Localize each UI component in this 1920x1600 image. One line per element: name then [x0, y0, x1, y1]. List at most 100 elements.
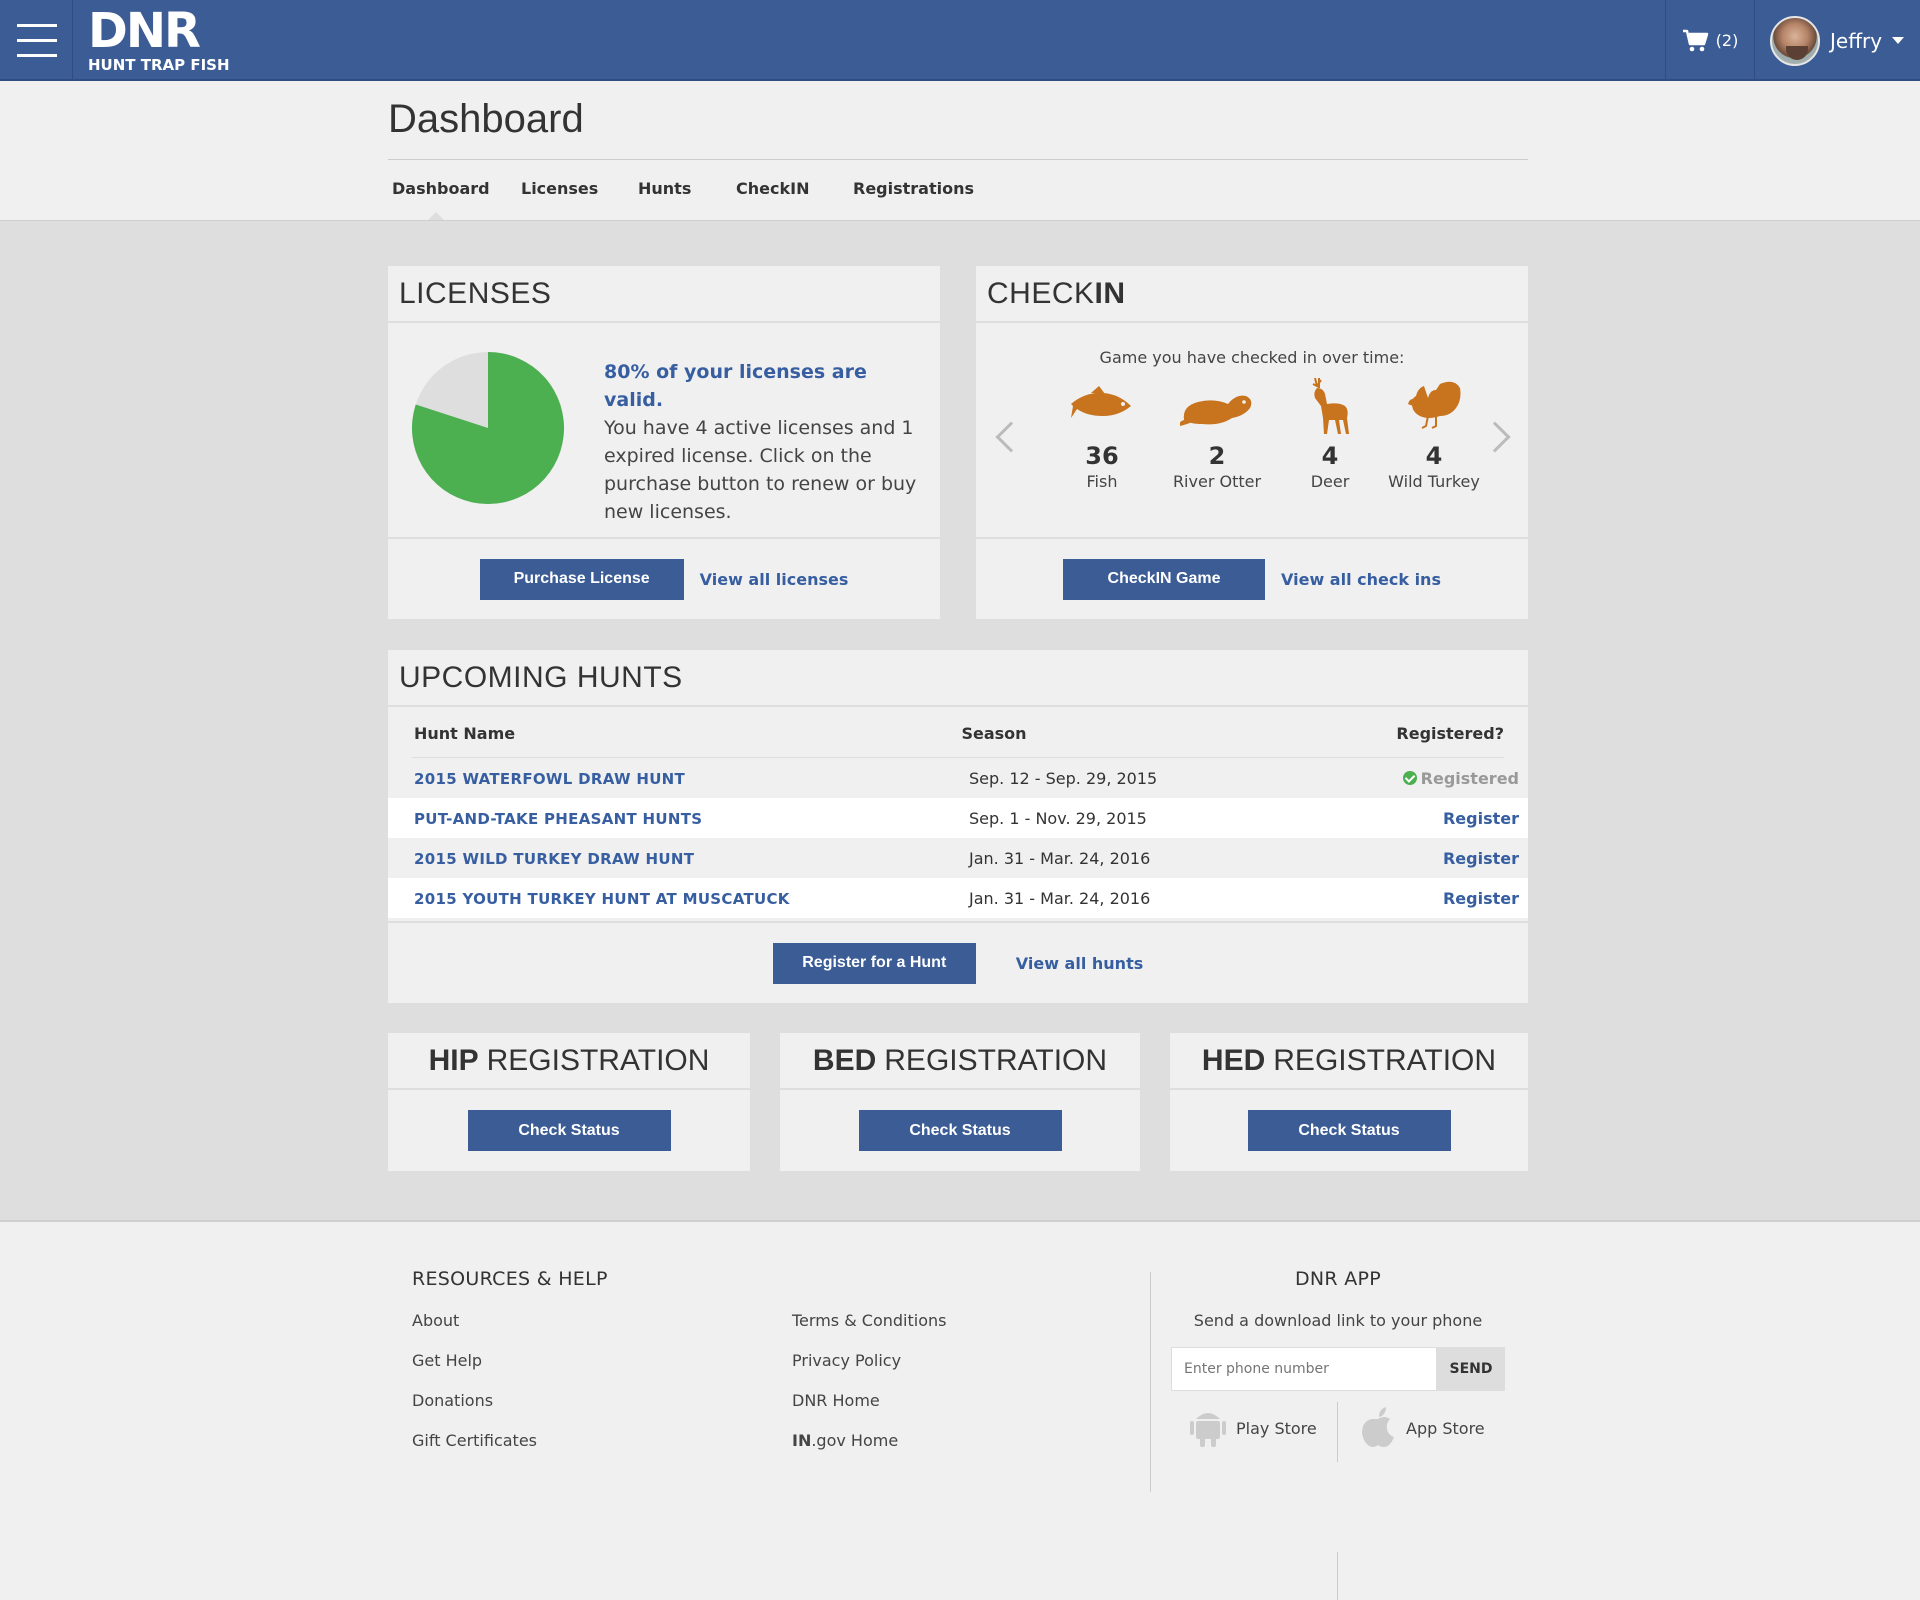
cart-button[interactable]: (2) [1665, 0, 1755, 81]
footer-link-donations[interactable]: Donations [412, 1391, 493, 1410]
footer-link-dnr-home[interactable]: DNR Home [792, 1391, 880, 1410]
resources-title: RESOURCES & HELP [412, 1268, 608, 1290]
hunt-name-link[interactable]: 2015 WILD TURKEY DRAW HUNT [414, 850, 694, 868]
reg-title-bold: BED [812, 1043, 877, 1077]
send-button[interactable]: SEND [1437, 1347, 1505, 1391]
deer-icon [1312, 377, 1349, 434]
dnr-logo[interactable]: DNR HUNT TRAP FISH [88, 6, 230, 74]
ingov-rest: .gov Home [811, 1431, 899, 1450]
view-all-licenses-link[interactable]: View all licenses [700, 570, 849, 589]
logo-sub: HUNT TRAP FISH [88, 56, 230, 74]
user-menu[interactable]: Jeffry [1770, 0, 1905, 81]
hunts-table-header: Hunt Name Season Registered? [412, 710, 1504, 758]
otter-icon [1179, 395, 1252, 426]
register-for-hunt-button[interactable]: Register for a Hunt [772, 942, 976, 984]
user-name: Jeffry [1830, 28, 1883, 53]
checkin-game-button[interactable]: CheckIN Game [1063, 558, 1266, 600]
hunts-actions: Register for a Hunt View all hunts [388, 921, 1528, 1003]
hip-check-status-button[interactable]: Check Status [467, 1110, 671, 1151]
hunt-name-link[interactable]: PUT-AND-TAKE PHEASANT HUNTS [414, 810, 702, 828]
checkin-title-light: CHECK [987, 276, 1095, 310]
app-store-button[interactable]: App Store [1360, 1407, 1485, 1449]
reg-title-light: REGISTRATION [486, 1043, 710, 1077]
dnr-app-title: DNR APP [1294, 1268, 1382, 1290]
footer-divider [1150, 1272, 1151, 1492]
tab-dashboard[interactable]: Dashboard [388, 179, 517, 220]
top-bar: DNR HUNT TRAP FISH (2) Jeffry [0, 0, 1920, 81]
upcoming-hunts-title: UPCOMING HUNTS [388, 650, 1528, 707]
licenses-card: LICENSES 80% of your licenses are valid.… [388, 266, 940, 619]
turkey-icon [1408, 381, 1461, 429]
checkin-card: CHECK IN Game you have checked in over ti… [976, 266, 1528, 619]
register-link[interactable]: Register [1443, 849, 1519, 868]
table-row: 2015 WILD TURKEY DRAW HUNT Jan. 31 - Mar… [388, 838, 1528, 878]
hunt-season: Sep. 12 - Sep. 29, 2015 [969, 768, 1158, 788]
footer-link-get-help[interactable]: Get Help [412, 1351, 482, 1370]
view-all-checkins-link[interactable]: View all check ins [1281, 570, 1441, 589]
hunt-name-link[interactable]: 2015 YOUTH TURKEY HUNT AT MUSCATUCK [414, 890, 790, 908]
footer-link-privacy[interactable]: Privacy Policy [792, 1351, 901, 1370]
checkin-item-deer: 4 Deer [1278, 376, 1382, 491]
hip-registration-title: HIP REGISTRATION [388, 1033, 750, 1090]
purchase-license-button[interactable]: Purchase License [479, 558, 684, 600]
page-title: Dashboard [388, 97, 584, 141]
checkin-subtitle: Game you have checked in over time: [1099, 348, 1405, 367]
checkin-title: CHECK IN [976, 266, 1528, 323]
phone-number-input[interactable] [1171, 1347, 1437, 1391]
checkin-label: Fish [1086, 472, 1118, 491]
reg-title-light: REGISTRATION [884, 1043, 1108, 1077]
checkin-items: 36 Fish 2 River Otter 4 Deer 4 Wild Turk… [1048, 376, 1486, 491]
hed-check-status-button[interactable]: Check Status [1247, 1110, 1451, 1151]
dashboard-tabs: Dashboard Licenses Hunts CheckIN Registr… [388, 179, 979, 220]
tab-licenses[interactable]: Licenses [517, 179, 634, 198]
chevron-down-icon [1892, 37, 1905, 44]
play-store-button[interactable]: Play Store [1190, 1407, 1317, 1449]
hunt-name-link[interactable]: 2015 WATERFOWL DRAW HUNT [414, 770, 685, 788]
logo-main: DNR [88, 3, 201, 59]
register-link[interactable]: Register [1443, 809, 1519, 828]
header-divider [388, 159, 1528, 160]
cart-count: (2) [1715, 31, 1739, 50]
view-all-hunts-link[interactable]: View all hunts [1016, 954, 1143, 973]
checkin-label: Wild Turkey [1388, 472, 1480, 491]
table-row: 2015 WATERFOWL DRAW HUNT Sep. 12 - Sep. … [388, 758, 1528, 798]
checkin-count: 4 [1425, 442, 1443, 470]
footer-link-gift-certificates[interactable]: Gift Certificates [412, 1431, 537, 1450]
checkin-title-bold: IN [1094, 276, 1126, 310]
registered-status: Registered [1402, 768, 1519, 788]
checkin-label: Deer [1310, 472, 1350, 491]
footer-link-ingov-home[interactable]: IN.gov Home [792, 1431, 898, 1450]
column-registered: Registered? [1396, 724, 1504, 743]
dnr-app-subtitle: Send a download link to your phone [1193, 1311, 1483, 1330]
cart-icon [1682, 29, 1708, 51]
checkin-count: 4 [1321, 442, 1339, 470]
tab-registrations[interactable]: Registrations [849, 179, 979, 198]
checkin-actions: CheckIN Game View all check ins [976, 537, 1528, 619]
footer: RESOURCES & HELP About Get Help Donation… [0, 1220, 1920, 1600]
hed-registration-card: HED REGISTRATION Check Status [1170, 1033, 1528, 1171]
ingov-bold: IN [792, 1431, 812, 1450]
menu-icon[interactable] [0, 0, 73, 81]
footer-bottom-divider [1337, 1552, 1338, 1600]
check-circle-icon [1402, 770, 1417, 785]
column-season: Season [961, 724, 1027, 743]
checkin-item-wild-turkey: 4 Wild Turkey [1382, 376, 1486, 491]
registered-label: Registered [1420, 768, 1519, 788]
licenses-pie-chart [412, 352, 564, 504]
hunt-season: Jan. 31 - Mar. 24, 2016 [969, 888, 1151, 908]
bed-check-status-button[interactable]: Check Status [858, 1110, 1062, 1151]
reg-title-bold: HIP [428, 1043, 479, 1077]
register-link[interactable]: Register [1443, 889, 1519, 908]
bed-registration-card: BED REGISTRATION Check Status [780, 1033, 1140, 1171]
footer-link-terms[interactable]: Terms & Conditions [792, 1311, 946, 1330]
tab-hunts[interactable]: Hunts [634, 179, 732, 198]
tab-checkin[interactable]: CheckIN [732, 179, 849, 198]
carousel-prev-icon[interactable] [995, 421, 1027, 453]
page-header: Dashboard Dashboard Licenses Hunts Check… [0, 81, 1920, 221]
checkin-item-river-otter: 2 River Otter [1156, 376, 1278, 491]
licenses-highlight: 80% of your licenses are valid. [604, 361, 867, 411]
app-store-label: App Store [1406, 1418, 1485, 1438]
checkin-count: 2 [1208, 442, 1226, 470]
apple-icon [1362, 1407, 1394, 1447]
footer-link-about[interactable]: About [412, 1311, 459, 1330]
